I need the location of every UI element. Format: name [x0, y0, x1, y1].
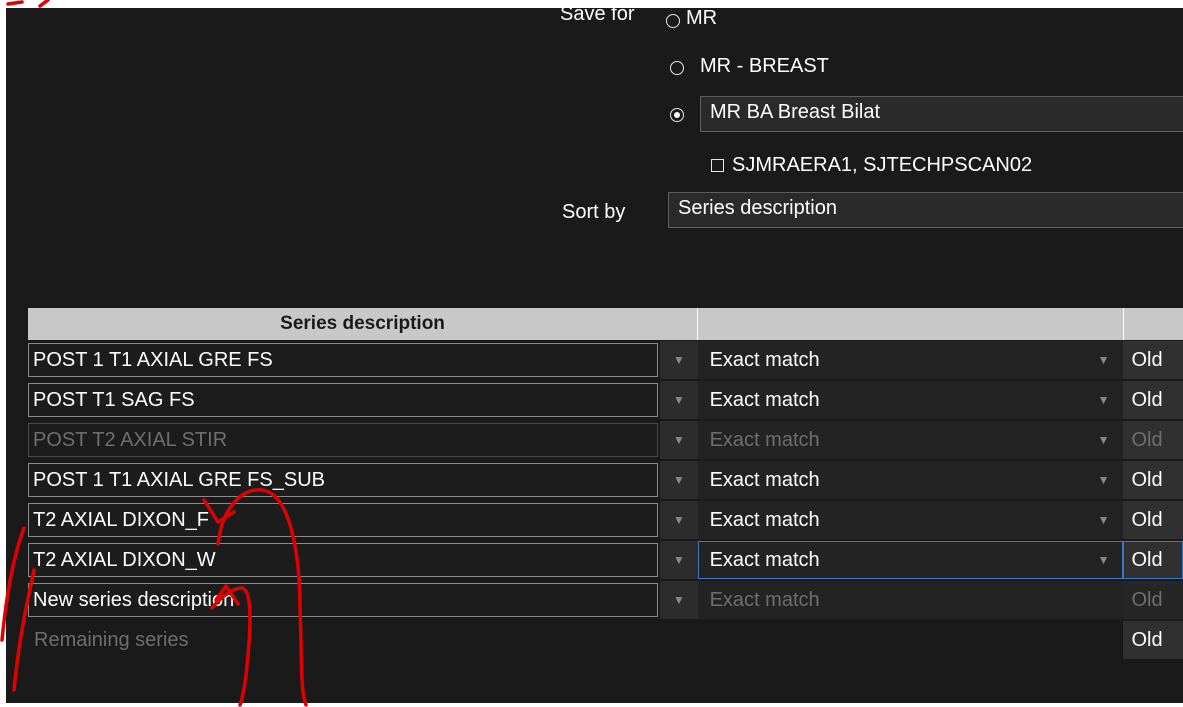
sort-by-select[interactable]: Series description	[668, 192, 1183, 228]
chevron-down-icon[interactable]: ▼	[660, 421, 698, 459]
radio-mr-label[interactable]: MR	[686, 8, 717, 30]
chevron-down-icon[interactable]: ▼	[660, 581, 698, 619]
series-description-input[interactable]: POST 1 T1 AXIAL GRE FS	[28, 343, 659, 377]
chevron-down-icon[interactable]: ▼	[660, 461, 698, 499]
settings-panel: Save for MR MR - BREAST MR BA Breast Bil…	[6, 8, 1183, 703]
table-row-new: New series description ▼ Exact match Old	[28, 580, 1183, 620]
match-type-select[interactable]: Exact match ▼	[697, 541, 1124, 579]
chevron-down-icon[interactable]: ▼	[660, 541, 698, 579]
stations-checkbox-label[interactable]: SJMRAERA1, SJTECHPSCAN02	[732, 153, 1032, 177]
match-type-select[interactable]: Exact match ▼	[697, 421, 1124, 459]
table-row: POST T1 SAG FS ▼ Exact match ▼ Old	[28, 380, 1183, 420]
chevron-down-icon[interactable]: ▼	[660, 341, 698, 379]
chevron-down-icon: ▼	[1097, 353, 1110, 367]
table-row-remaining: Remaining series Old	[28, 620, 1183, 660]
column-header-series-description[interactable]: Series description	[28, 308, 699, 340]
radio-mr-breast[interactable]	[670, 61, 684, 75]
table-row: POST 1 T1 AXIAL GRE FS_SUB ▼ Exact match…	[28, 460, 1183, 500]
match-type-select[interactable]: Exact match	[697, 581, 1124, 619]
protocol-name-input[interactable]: MR BA Breast Bilat	[700, 96, 1183, 132]
chevron-down-icon: ▼	[1097, 473, 1110, 487]
column-header-third[interactable]	[1123, 308, 1183, 340]
chevron-down-icon: ▼	[1097, 513, 1110, 527]
match-type-value: Exact match	[709, 389, 820, 411]
match-type-select[interactable]: Exact match ▼	[697, 341, 1124, 379]
match-type-value: Exact match	[709, 549, 820, 571]
save-for-label: Save for	[560, 8, 635, 25]
third-column-cell[interactable]: Old	[1123, 621, 1183, 659]
third-column-cell[interactable]: Old	[1123, 461, 1183, 499]
sort-by-label: Sort by	[562, 201, 626, 223]
stations-checkbox[interactable]	[711, 159, 724, 172]
third-column-cell[interactable]: Old	[1123, 581, 1183, 619]
match-type-value: Exact match	[709, 469, 820, 491]
chevron-down-icon[interactable]: ▼	[660, 501, 698, 539]
third-column-cell[interactable]: Old	[1123, 421, 1183, 459]
table-row: T2 AXIAL DIXON_F ▼ Exact match ▼ Old	[28, 500, 1183, 540]
third-column-cell[interactable]: Old	[1123, 541, 1183, 579]
series-description-input[interactable]: POST 1 T1 AXIAL GRE FS_SUB	[28, 463, 659, 497]
column-header-match[interactable]	[697, 308, 1124, 340]
third-column-cell[interactable]: Old	[1123, 341, 1183, 379]
chevron-down-icon[interactable]: ▼	[660, 381, 698, 419]
series-description-input[interactable]: POST T1 SAG FS	[28, 383, 659, 417]
radio-mr[interactable]	[666, 14, 680, 28]
match-type-select[interactable]: Exact match ▼	[697, 381, 1124, 419]
match-type-value: Exact match	[709, 589, 820, 611]
table-row: POST 1 T1 AXIAL GRE FS ▼ Exact match ▼ Ol…	[28, 340, 1183, 380]
radio-mr-breast-label[interactable]: MR - BREAST	[700, 54, 829, 78]
series-description-input[interactable]: POST T2 AXIAL STIR	[28, 423, 659, 457]
match-type-value: Exact match	[709, 509, 820, 531]
match-type-value: Exact match	[709, 349, 820, 371]
table-row: POST T2 AXIAL STIR ▼ Exact match ▼ Old	[28, 420, 1183, 460]
series-description-input[interactable]: T2 AXIAL DIXON_W	[28, 543, 659, 577]
match-type-value: Exact match	[709, 429, 820, 451]
third-column-cell[interactable]: Old	[1123, 381, 1183, 419]
series-description-input[interactable]: T2 AXIAL DIXON_F	[28, 503, 659, 537]
match-type-select[interactable]: Exact match ▼	[697, 461, 1124, 499]
remaining-series-label: Remaining series	[34, 629, 189, 651]
new-series-description-input[interactable]: New series description	[28, 583, 659, 617]
radio-selected-dot	[673, 111, 680, 118]
chevron-down-icon: ▼	[1097, 393, 1110, 407]
radio-mr-ba-breast-bilat[interactable]	[670, 108, 684, 122]
third-column-cell[interactable]: Old	[1123, 501, 1183, 539]
match-type-select[interactable]: Exact match ▼	[697, 501, 1124, 539]
table-row: T2 AXIAL DIXON_W ▼ Exact match ▼ Old	[28, 540, 1183, 580]
annotation-stroke	[6, 0, 50, 8]
chevron-down-icon: ▼	[1097, 553, 1110, 567]
series-table: Series description POST 1 T1 AXIAL GRE F…	[28, 308, 1183, 660]
chevron-down-icon: ▼	[1097, 433, 1110, 447]
